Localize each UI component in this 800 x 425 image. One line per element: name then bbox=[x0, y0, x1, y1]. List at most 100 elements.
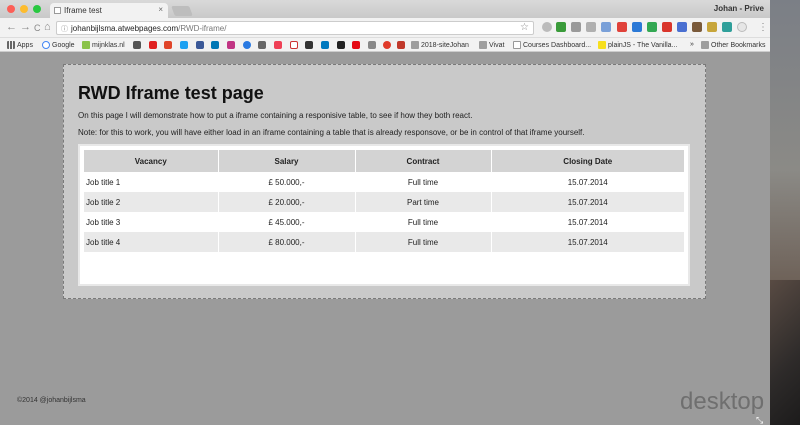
home-icon[interactable]: ⌂ bbox=[44, 21, 51, 33]
bookmark-courses-dashboard[interactable]: Courses Dashboard... bbox=[513, 41, 591, 49]
extension-icon-6[interactable] bbox=[617, 22, 627, 32]
bookmark-icon-3[interactable] bbox=[164, 41, 172, 49]
column-header-salary: Salary bbox=[218, 150, 356, 172]
bookmark-icon-16[interactable] bbox=[368, 41, 376, 49]
folder-icon bbox=[479, 41, 487, 49]
salary-cell: £ 80.000,- bbox=[218, 232, 356, 252]
table-row: Job title 2 £ 20.000,- Part time 15.07.2… bbox=[84, 192, 684, 212]
browser-menu-icon[interactable]: ⋮ bbox=[758, 22, 768, 33]
close-window-button[interactable] bbox=[7, 5, 15, 13]
viewport-watermark: desktop bbox=[680, 388, 765, 415]
vacancy-cell: Job title 1 bbox=[84, 172, 219, 192]
zoom-window-button[interactable] bbox=[33, 5, 41, 13]
bookmark-2018-sitejohan[interactable]: 2018-siteJohan bbox=[411, 41, 469, 49]
bookmark-label: 2018-siteJohan bbox=[421, 41, 469, 49]
twitter-icon[interactable] bbox=[180, 41, 188, 49]
profile-name[interactable]: Johan - Prive bbox=[714, 4, 764, 13]
vacancy-cell: Job title 2 bbox=[84, 192, 219, 212]
account-icon[interactable] bbox=[737, 22, 747, 32]
contract-cell: Full time bbox=[355, 212, 492, 232]
info-icon[interactable]: ⓘ bbox=[61, 24, 68, 34]
bookmark-label: mijnklas.nl bbox=[92, 41, 125, 49]
bookmark-label: plainJS - The Vanilla... bbox=[608, 41, 678, 49]
extension-icon-3[interactable] bbox=[571, 22, 581, 32]
google-icon bbox=[42, 41, 50, 49]
extension-icon-5[interactable] bbox=[601, 22, 611, 32]
page-viewport: RWD Iframe test page On this page I will… bbox=[0, 52, 770, 425]
extension-icon-1[interactable] bbox=[542, 22, 552, 32]
extension-icon-9[interactable] bbox=[662, 22, 672, 32]
column-header-contract: Contract bbox=[355, 150, 492, 172]
embedded-iframe[interactable]: Vacancy Salary Contract Closing Date Job… bbox=[78, 144, 690, 286]
bookmark-star-icon[interactable]: ☆ bbox=[520, 22, 529, 33]
salary-cell: £ 20.000,- bbox=[218, 192, 356, 212]
folder-icon bbox=[701, 41, 709, 49]
page-favicon-icon bbox=[54, 7, 61, 14]
bookmark-icon-9[interactable] bbox=[258, 41, 266, 49]
instagram-icon[interactable] bbox=[227, 41, 235, 49]
iframe-container: RWD Iframe test page On this page I will… bbox=[63, 64, 706, 299]
extension-icon-4[interactable] bbox=[586, 22, 596, 32]
extension-icon-2[interactable] bbox=[556, 22, 566, 32]
linkedin-icon[interactable] bbox=[211, 41, 219, 49]
reload-icon[interactable]: C bbox=[34, 23, 41, 33]
address-bar[interactable]: ⓘ johanbijlsma.atwebpages.com/RWD-iframe… bbox=[56, 21, 534, 35]
pocket-icon[interactable] bbox=[274, 41, 282, 49]
intro-text: On this page I will demonstrate how to p… bbox=[78, 111, 473, 120]
title-bar: Iframe test × Johan - Prive bbox=[0, 0, 770, 18]
extension-icon-7[interactable] bbox=[632, 22, 642, 32]
netflix-icon[interactable] bbox=[352, 41, 360, 49]
bookmark-icon-11[interactable] bbox=[290, 41, 298, 49]
contract-cell: Full time bbox=[355, 172, 492, 192]
extension-icon-8[interactable] bbox=[647, 22, 657, 32]
contract-cell: Part time bbox=[355, 192, 492, 212]
extension-icon-13[interactable] bbox=[722, 22, 732, 32]
salary-cell: £ 45.000,- bbox=[218, 212, 356, 232]
trello-icon[interactable] bbox=[321, 41, 329, 49]
bookmark-icon-8[interactable] bbox=[243, 41, 251, 49]
facebook-icon[interactable] bbox=[196, 41, 204, 49]
closing-date-cell: 15.07.2014 bbox=[567, 217, 608, 227]
bookmark-apps[interactable]: Apps bbox=[7, 41, 33, 49]
forward-arrow-icon[interactable]: → bbox=[20, 21, 31, 33]
minimize-window-button[interactable] bbox=[20, 5, 28, 13]
extension-icon-12[interactable] bbox=[707, 22, 717, 32]
salary-cell: £ 50.000,- bbox=[218, 172, 356, 192]
bookmark-other[interactable]: Other Bookmarks bbox=[701, 41, 765, 49]
tab-close-icon[interactable]: × bbox=[158, 5, 163, 14]
bookmark-vivat[interactable]: Vivat bbox=[479, 41, 504, 49]
bookmarks-bar: Apps Google mijnklas.nl 2018-siteJohan V… bbox=[0, 38, 770, 52]
bookmark-plainjs[interactable]: plainJS - The Vanilla... bbox=[598, 41, 677, 49]
bookmark-label: Other Bookmarks bbox=[711, 41, 766, 49]
back-arrow-icon[interactable]: ← bbox=[6, 21, 17, 33]
vacancy-cell: Job title 3 bbox=[84, 212, 219, 232]
table-row: Job title 1 £ 50.000,- Full time 15.07.2… bbox=[84, 172, 684, 192]
extension-icon-11[interactable] bbox=[692, 22, 702, 32]
folder-icon bbox=[411, 41, 419, 49]
browser-window: Iframe test × Johan - Prive ← → C ⌂ ⓘ jo… bbox=[0, 0, 770, 425]
bookmark-label: Courses Dashboard... bbox=[523, 41, 592, 49]
resize-cursor-icon: ⤡ bbox=[756, 415, 764, 425]
url-path: /RWD-iframe/ bbox=[178, 24, 227, 33]
more-bookmarks-chevron[interactable]: » bbox=[690, 41, 694, 48]
bookmark-google[interactable]: Google bbox=[42, 41, 75, 49]
apps-grid-icon bbox=[7, 41, 15, 49]
closing-date-cell: 15.07.2014 bbox=[567, 177, 608, 187]
bookmark-icon-14[interactable] bbox=[337, 41, 345, 49]
bookmark-mijnklas[interactable]: mijnklas.nl bbox=[82, 41, 125, 49]
bookmark-label: Apps bbox=[17, 41, 33, 49]
column-header-closing-date: Closing Date bbox=[491, 150, 684, 172]
bookmark-icon-1[interactable] bbox=[133, 41, 141, 49]
bookmark-label: Vivat bbox=[489, 41, 505, 49]
extension-icon-10[interactable] bbox=[677, 22, 687, 32]
mijnklas-icon bbox=[82, 41, 90, 49]
new-tab-button[interactable] bbox=[171, 6, 193, 16]
tab-iframe-test[interactable]: Iframe test × bbox=[50, 3, 168, 18]
tab-title: Iframe test bbox=[64, 6, 102, 15]
vacancy-table: Vacancy Salary Contract Closing Date Job… bbox=[84, 150, 684, 252]
bookmark-icon-18[interactable] bbox=[397, 41, 405, 49]
bookmark-icon-17[interactable] bbox=[383, 41, 391, 49]
table-header-row: Vacancy Salary Contract Closing Date bbox=[84, 150, 684, 172]
bookmark-icon-12[interactable] bbox=[305, 41, 313, 49]
youtube-icon[interactable] bbox=[149, 41, 157, 49]
